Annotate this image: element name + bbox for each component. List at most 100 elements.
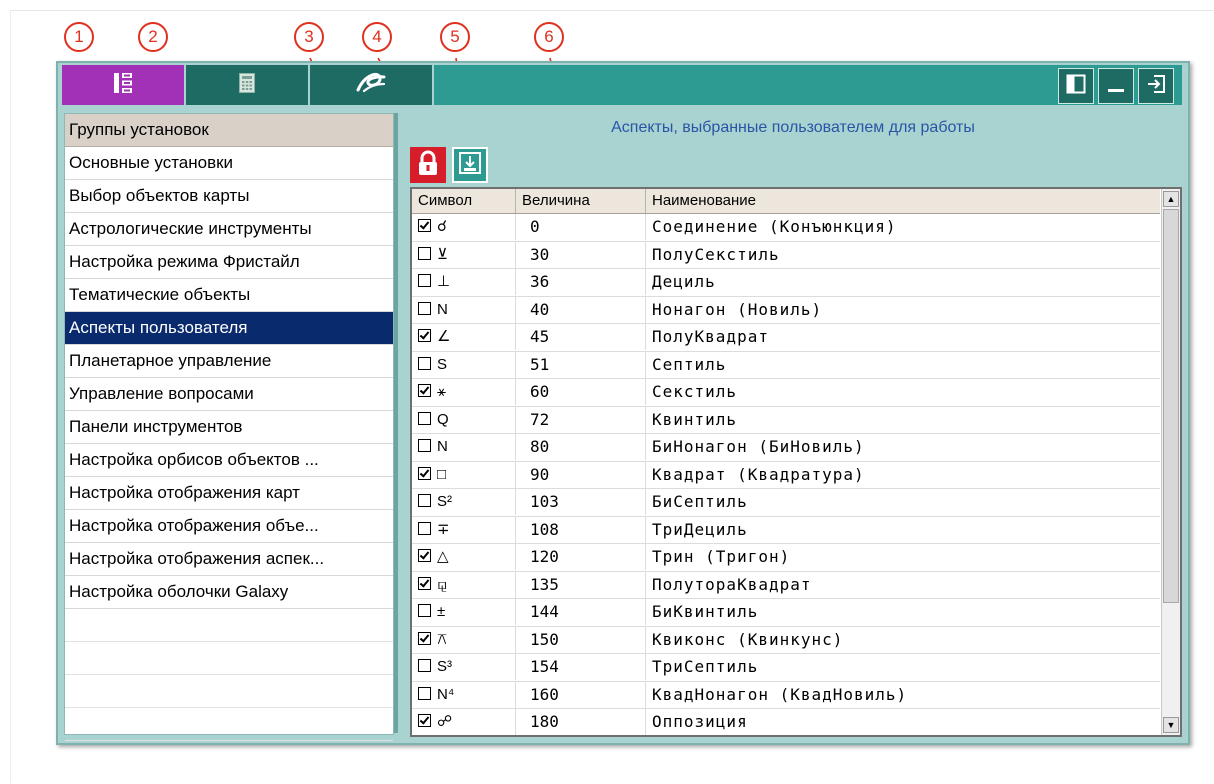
- calculator-icon: [239, 72, 255, 98]
- table-row[interactable]: △ 120 Трин (Тригон): [412, 544, 1160, 572]
- name-cell: Дециль: [652, 272, 716, 291]
- aspect-checkbox[interactable]: [418, 521, 431, 535]
- table-scrollbar[interactable]: ▲ ▼: [1161, 189, 1180, 735]
- aspect-checkbox[interactable]: [418, 631, 431, 645]
- settings-group-item[interactable]: Настройка отображения карт: [65, 477, 393, 510]
- table-row[interactable]: ⊻ 30 ПолуСекстиль: [412, 241, 1160, 269]
- settings-group-item[interactable]: Панели инструментов: [65, 411, 393, 444]
- tab-calculator[interactable]: [186, 65, 310, 105]
- scroll-up-button[interactable]: ▲: [1163, 191, 1179, 207]
- aspect-symbol: ☍: [437, 713, 453, 730]
- value-cell: 60: [516, 379, 646, 405]
- aspect-checkbox[interactable]: [418, 384, 431, 397]
- panel-splitter[interactable]: [394, 113, 398, 733]
- name-cell: КвадНонагон (КвадНовиль): [652, 684, 908, 704]
- table-row[interactable]: ±144 БиКвинтиль: [412, 599, 1160, 627]
- value-cell: 103: [516, 489, 646, 515]
- symbol-cell: N: [412, 434, 516, 460]
- column-header-symbol[interactable]: Символ: [412, 189, 516, 213]
- table-row[interactable]: ⊥ 36 Дециль: [412, 269, 1160, 297]
- table-row[interactable]: □ 90 Квадрат (Квадратура): [412, 461, 1160, 489]
- aspect-checkbox[interactable]: [418, 494, 431, 507]
- table-row[interactable]: ∠ 45 ПолуКвадрат: [412, 324, 1160, 352]
- aspect-checkbox[interactable]: [418, 686, 431, 700]
- main-toolbar: [62, 65, 1182, 105]
- aspect-checkbox[interactable]: [418, 219, 431, 232]
- table-row[interactable]: N 80 БиНонагон (БиНовиль): [412, 434, 1160, 462]
- table-row[interactable]: Q 72 Квинтиль: [412, 406, 1160, 434]
- name-cell: ПолуКвадрат: [652, 327, 769, 346]
- exit-button[interactable]: [1138, 68, 1174, 104]
- aspect-checkbox[interactable]: [418, 439, 431, 452]
- aspect-symbol: ⚼: [437, 575, 448, 593]
- minimize-button[interactable]: [1098, 68, 1134, 104]
- settings-group-item[interactable]: Планетарное управление: [65, 345, 393, 378]
- value-cell: 72: [516, 406, 646, 433]
- panel-toggle-button[interactable]: [1058, 68, 1094, 104]
- settings-group-item[interactable]: Тематические объекты: [65, 279, 393, 312]
- symbol-cell: ±: [412, 599, 516, 625]
- aspect-checkbox[interactable]: [418, 329, 431, 342]
- symbol-cell: △: [412, 544, 516, 570]
- settings-group-item[interactable]: Основные установки: [65, 147, 393, 180]
- table-row[interactable]: ∓ 108 ТриДециль: [412, 516, 1160, 544]
- aspect-checkbox[interactable]: [418, 411, 431, 425]
- value-cell: 30: [516, 241, 646, 268]
- aspect-symbol: N: [437, 438, 448, 455]
- lock-button[interactable]: [410, 147, 446, 183]
- aspect-checkbox[interactable]: [418, 301, 431, 315]
- settings-group-item[interactable]: Настройка оболочки Galaxy: [65, 576, 393, 609]
- settings-group-item[interactable]: Настройка орбисов объектов ...: [65, 444, 393, 477]
- value-cell: 36: [516, 269, 646, 295]
- settings-group-item[interactable]: Аспекты пользователя: [65, 312, 393, 345]
- table-row[interactable]: S³ 154 ТриСептиль: [412, 654, 1160, 682]
- settings-group-item[interactable]: Управление вопросами: [65, 378, 393, 411]
- column-header-value[interactable]: Величина: [516, 189, 646, 213]
- settings-group-item[interactable]: Настройка отображения аспек...: [65, 543, 393, 576]
- table-row[interactable]: ⚻ 150 Квиконс (Квинкунс): [412, 626, 1160, 654]
- aspect-checkbox[interactable]: [418, 659, 431, 672]
- symbol-cell: ⊻: [412, 241, 516, 268]
- column-header-name[interactable]: Наименование: [646, 189, 1160, 213]
- aspect-checkbox[interactable]: [418, 274, 431, 287]
- table-row[interactable]: ⚹ 60 Секстиль: [412, 379, 1160, 407]
- aspect-checkbox[interactable]: [418, 246, 431, 260]
- aspect-checkbox[interactable]: [418, 576, 431, 590]
- aspect-symbol: ⊥: [437, 273, 451, 290]
- settings-group-item[interactable]: Астрологические инструменты: [65, 213, 393, 246]
- settings-group-item[interactable]: Настройка режима Фристайл: [65, 246, 393, 279]
- table-row[interactable]: N⁴ 160 КвадНонагон (КвадНовиль): [412, 681, 1160, 709]
- aspect-symbol: ☌: [437, 218, 448, 235]
- table-row[interactable]: ⚼ 135 ПолутораКвадрат: [412, 571, 1160, 599]
- tab-settings[interactable]: [62, 65, 186, 105]
- table-row[interactable]: S 51 Септиль: [412, 351, 1160, 379]
- minimize-icon: [1106, 74, 1126, 99]
- save-icon: [458, 151, 482, 180]
- table-row[interactable]: S² 103 БиСептиль: [412, 489, 1160, 517]
- scroll-down-button[interactable]: ▼: [1163, 717, 1179, 733]
- aspect-checkbox[interactable]: [418, 549, 431, 562]
- symbol-cell: S²: [412, 489, 516, 515]
- settings-group-item[interactable]: Настройка отображения объе...: [65, 510, 393, 543]
- aspect-symbol: S²: [437, 493, 452, 510]
- aspect-checkbox[interactable]: [418, 714, 431, 727]
- tab-galaxy[interactable]: [310, 65, 434, 105]
- panel-toggle-icon: [1066, 74, 1086, 99]
- scroll-thumb[interactable]: [1163, 209, 1179, 603]
- name-cell: БиСептиль: [652, 492, 748, 511]
- aspect-symbol: Q: [437, 410, 449, 428]
- callout-5: 5: [440, 22, 470, 52]
- settings-group-item[interactable]: Выбор объектов карты: [65, 180, 393, 213]
- aspect-checkbox[interactable]: [418, 604, 431, 617]
- save-button[interactable]: [452, 147, 488, 183]
- table-row[interactable]: N 40 Нонагон (Новиль): [412, 296, 1160, 324]
- aspect-checkbox[interactable]: [418, 466, 431, 480]
- name-cell: Трин (Тригон): [652, 547, 791, 566]
- table-row[interactable]: ☌ 0 Соединение (Конъюнкция): [412, 214, 1160, 242]
- table-row[interactable]: ☍ 180 Оппозиция: [412, 709, 1160, 735]
- aspect-symbol: S³: [437, 658, 452, 675]
- name-cell: БиНонагон (БиНовиль): [652, 437, 865, 456]
- aspect-symbol: ±: [437, 603, 446, 620]
- aspect-checkbox[interactable]: [418, 356, 431, 370]
- symbol-cell: N⁴: [412, 681, 516, 708]
